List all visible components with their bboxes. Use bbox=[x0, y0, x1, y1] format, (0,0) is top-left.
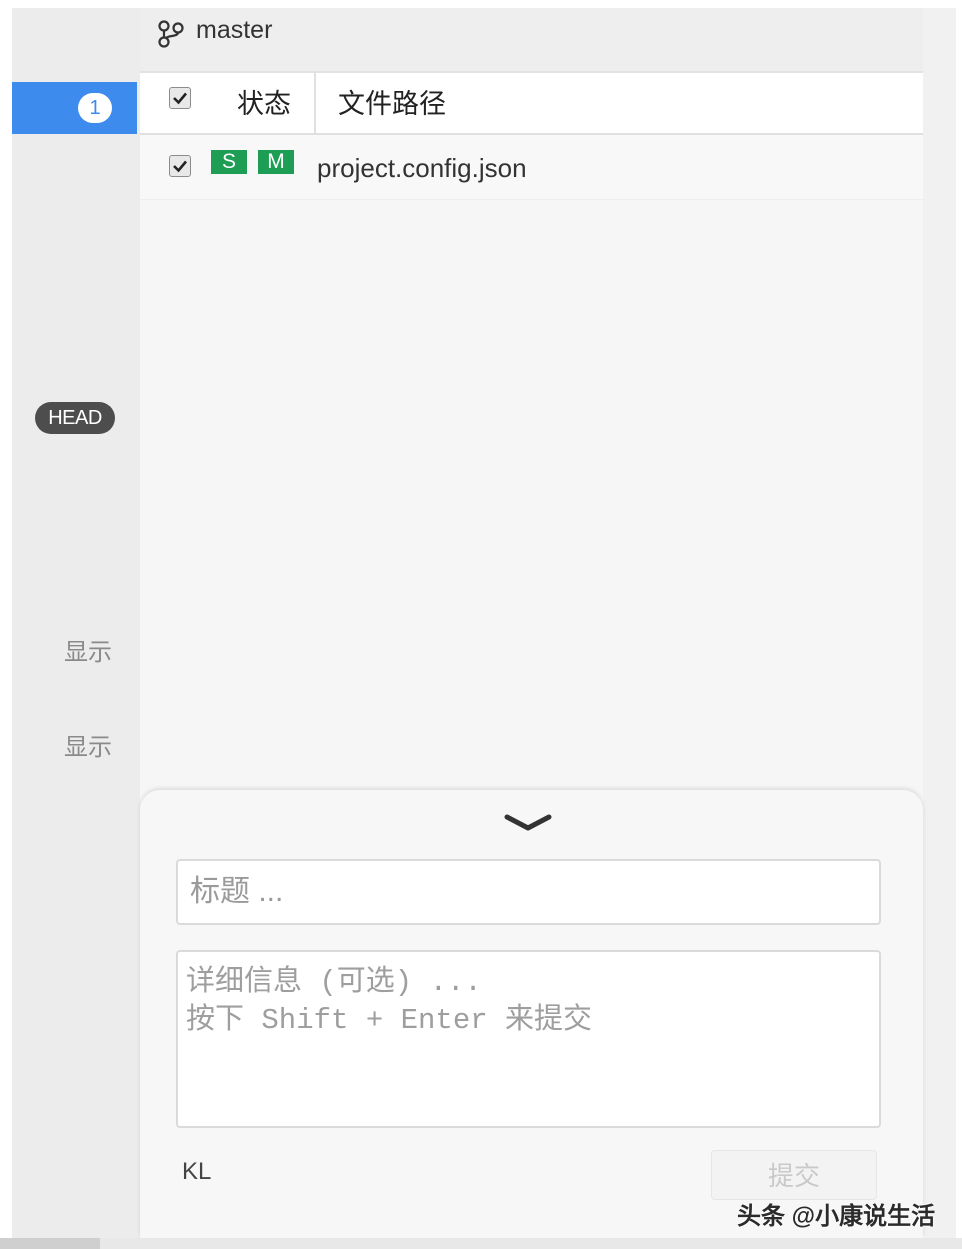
watermark: 头条 @小康说生活 bbox=[737, 1203, 936, 1230]
left-sidebar bbox=[12, 8, 140, 1238]
right-edge bbox=[923, 8, 956, 1238]
column-divider[interactable] bbox=[314, 73, 316, 133]
file-checkbox[interactable] bbox=[169, 155, 191, 177]
file-path[interactable]: project.config.json bbox=[317, 153, 527, 184]
submit-commit-button[interactable]: 提交 bbox=[711, 1150, 877, 1200]
head-badge[interactable]: HEAD bbox=[35, 402, 115, 434]
show-link-2[interactable]: 显示 bbox=[64, 727, 124, 762]
column-header-path[interactable]: 文件路径 bbox=[338, 82, 446, 121]
bottom-scrollbar[interactable] bbox=[0, 1238, 962, 1249]
column-header-status[interactable]: 状态 bbox=[237, 82, 291, 121]
commit-title-input[interactable] bbox=[176, 859, 881, 925]
git-branch-icon bbox=[156, 19, 186, 54]
detail-placeholder-line-1: 详细信息 (可选) ... bbox=[186, 966, 482, 999]
status-tag-staged: S bbox=[211, 150, 247, 174]
select-all-checkbox[interactable] bbox=[169, 87, 191, 109]
show-link-1[interactable]: 显示 bbox=[64, 632, 124, 667]
changes-count-badge: 1 bbox=[78, 93, 112, 123]
status-tag-modified: M bbox=[258, 150, 294, 174]
commit-author: KL bbox=[182, 1158, 212, 1185]
scrollbar-thumb[interactable] bbox=[0, 1238, 100, 1249]
branch-name[interactable]: master bbox=[196, 16, 272, 45]
sidebar-item-changes[interactable] bbox=[12, 82, 137, 134]
chevron-down-icon[interactable] bbox=[503, 812, 553, 839]
detail-placeholder-line-2: 按下 Shift + Enter 来提交 bbox=[186, 1004, 593, 1037]
